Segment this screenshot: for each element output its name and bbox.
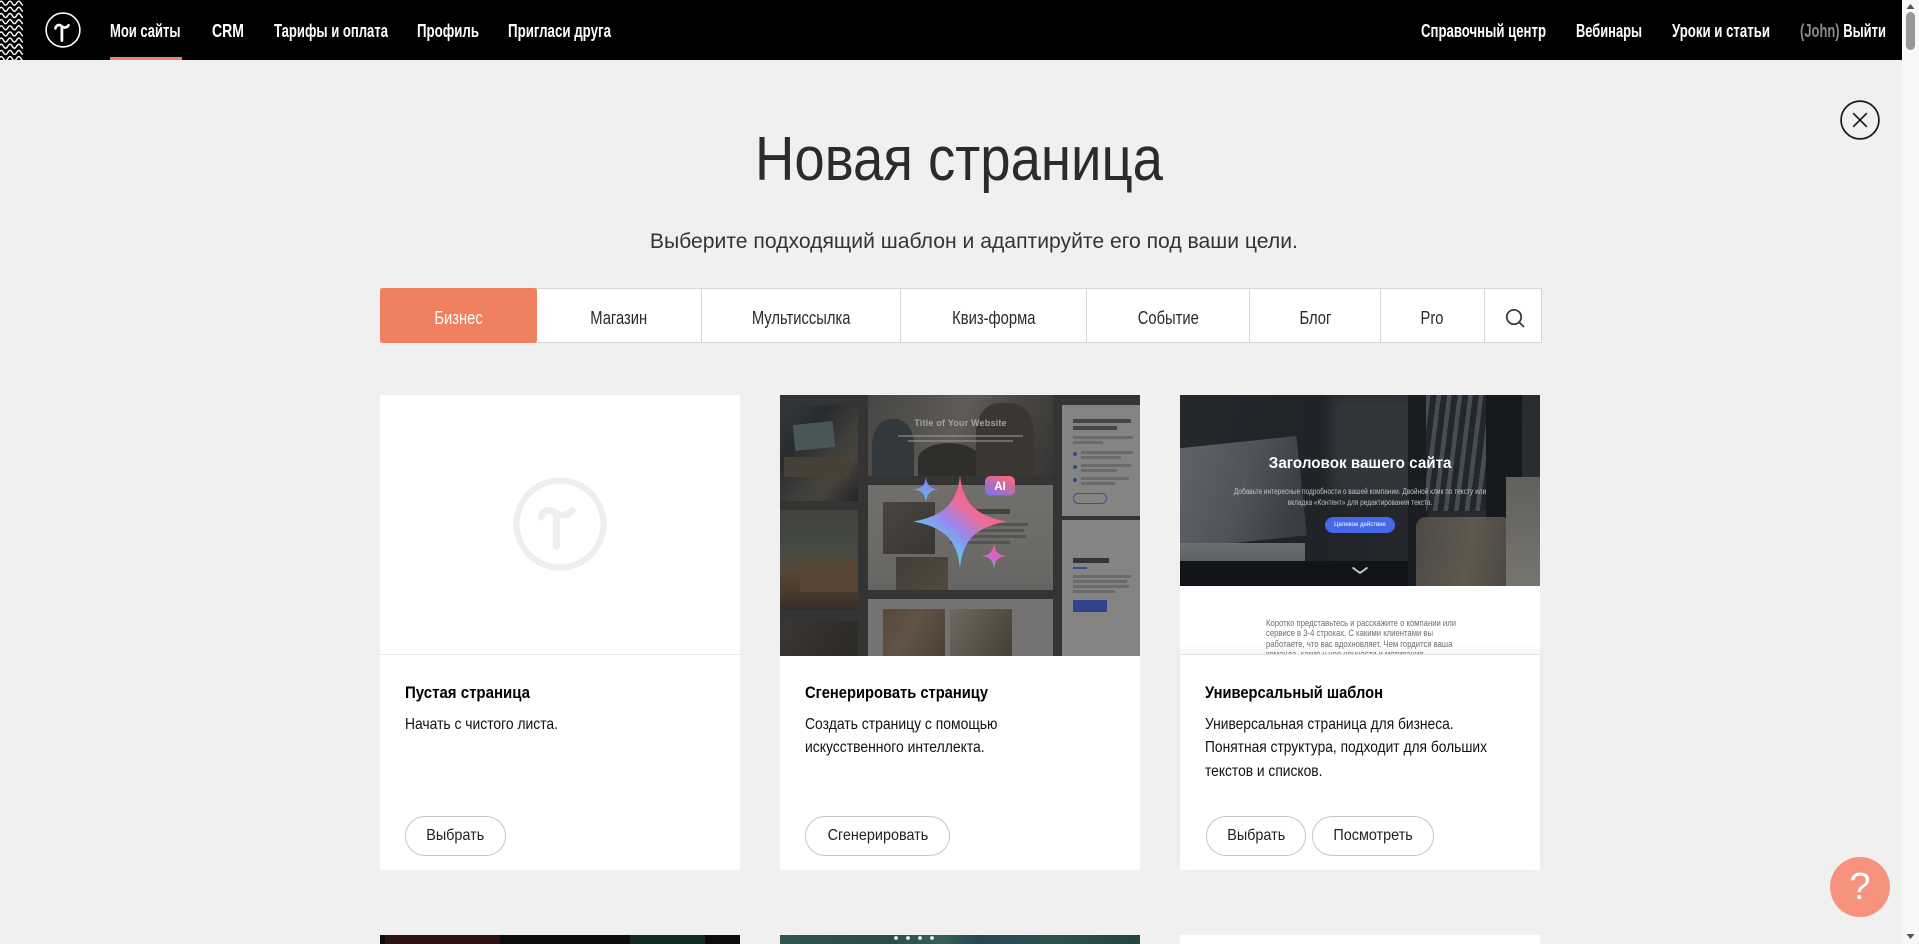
svg-text:AI: AI bbox=[994, 481, 1006, 493]
